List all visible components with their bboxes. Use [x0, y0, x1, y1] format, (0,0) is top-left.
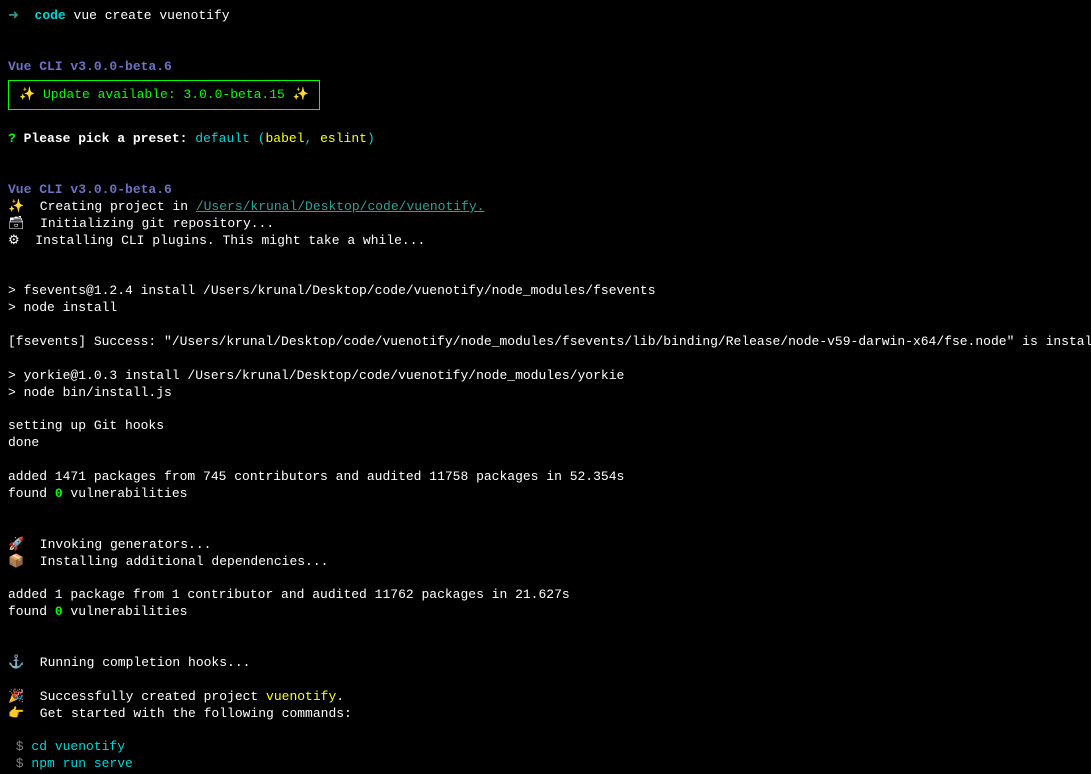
preset-comma: ,: [305, 131, 321, 146]
node-install: > node install: [8, 300, 1083, 317]
plugins-text: Installing CLI plugins. This might take …: [35, 233, 425, 248]
blank-line: [8, 148, 1083, 165]
command-cd: $ cd vuenotify: [8, 739, 1083, 756]
command-serve: $ npm run serve: [8, 756, 1083, 773]
preset-text: Please pick a preset:: [24, 131, 188, 146]
anchor-icon: ⚓: [8, 655, 24, 670]
blank-line: [8, 503, 1083, 520]
rocket-icon: 🚀: [8, 537, 24, 552]
prompt-command: vue create vuenotify: [74, 8, 230, 23]
success-text: Successfully created project: [40, 689, 266, 704]
git-init-text: Initializing git repository...: [40, 216, 274, 231]
creating-text: Creating project in: [40, 199, 196, 214]
preset-prompt[interactable]: ? Please pick a preset: default (babel, …: [8, 131, 1083, 148]
sparkle-icon: ✨: [293, 87, 309, 102]
preset-paren: (: [258, 131, 266, 146]
prompt-arrow: ➜: [8, 8, 19, 23]
git-hooks: setting up Git hooks: [8, 418, 1083, 435]
project-name: vuenotify: [266, 689, 336, 704]
node-bin-install: > node bin/install.js: [8, 385, 1083, 402]
pointer-icon: 👉: [8, 706, 24, 721]
folder-icon: 🗃: [8, 216, 25, 231]
sparkle-icon: ✨: [19, 87, 35, 102]
blank-line: [8, 165, 1083, 182]
blank-line: [8, 723, 1083, 740]
update-box: ✨ Update available: 3.0.0-beta.15 ✨: [8, 80, 320, 111]
added-packages-2: added 1 package from 1 contributor and a…: [8, 587, 1083, 604]
blank-line: [8, 638, 1083, 655]
preset-babel: babel: [266, 131, 305, 146]
cli-version-2: Vue CLI v3.0.0-beta.6: [8, 182, 172, 197]
added-packages-1: added 1471 packages from 745 contributor…: [8, 469, 1083, 486]
creating-path[interactable]: /Users/krunal/Desktop/code/vuenotify.: [196, 199, 485, 214]
invoking-text: Invoking generators...: [40, 537, 212, 552]
blank-line: [8, 452, 1083, 469]
blank-line: [8, 114, 1083, 131]
gear-icon: ⚙: [8, 233, 20, 248]
blank-line: [8, 672, 1083, 689]
preset-eslint: eslint: [320, 131, 367, 146]
blank-line: [8, 571, 1083, 588]
blank-line: [8, 25, 1083, 42]
found-vuln-2: found 0 vulnerabilities: [8, 604, 1083, 621]
blank-line: [8, 266, 1083, 283]
blank-line: [8, 250, 1083, 267]
sparkle-icon: ✨: [8, 199, 24, 214]
found-vuln-1: found 0 vulnerabilities: [8, 486, 1083, 503]
success-period: .: [336, 689, 344, 704]
prompt-dir: code: [35, 8, 66, 23]
blank-line: [8, 317, 1083, 334]
tada-icon: 🎉: [8, 689, 24, 704]
yorkie-install: > yorkie@1.0.3 install /Users/krunal/Des…: [8, 368, 1083, 385]
package-icon: 📦: [8, 554, 24, 569]
blank-line: [8, 621, 1083, 638]
preset-paren: ): [367, 131, 375, 146]
fsevents-success: [fsevents] Success: "/Users/krunal/Deskt…: [8, 334, 1083, 351]
get-started-text: Get started with the following commands:: [40, 706, 352, 721]
question-mark: ?: [8, 131, 16, 146]
cli-version: Vue CLI v3.0.0-beta.6: [8, 59, 172, 74]
preset-default: default: [195, 131, 250, 146]
done-text: done: [8, 435, 1083, 452]
update-text: Update available: 3.0.0-beta.15: [43, 87, 285, 102]
fsevents-install: > fsevents@1.2.4 install /Users/krunal/D…: [8, 283, 1083, 300]
blank-line: [8, 351, 1083, 368]
prompt-line[interactable]: ➜ code vue create vuenotify: [8, 8, 1083, 25]
blank-line: [8, 402, 1083, 419]
completion-hooks: Running completion hooks...: [40, 655, 251, 670]
blank-line: [8, 42, 1083, 59]
installing-deps: Installing additional dependencies...: [40, 554, 329, 569]
blank-line: [8, 520, 1083, 537]
